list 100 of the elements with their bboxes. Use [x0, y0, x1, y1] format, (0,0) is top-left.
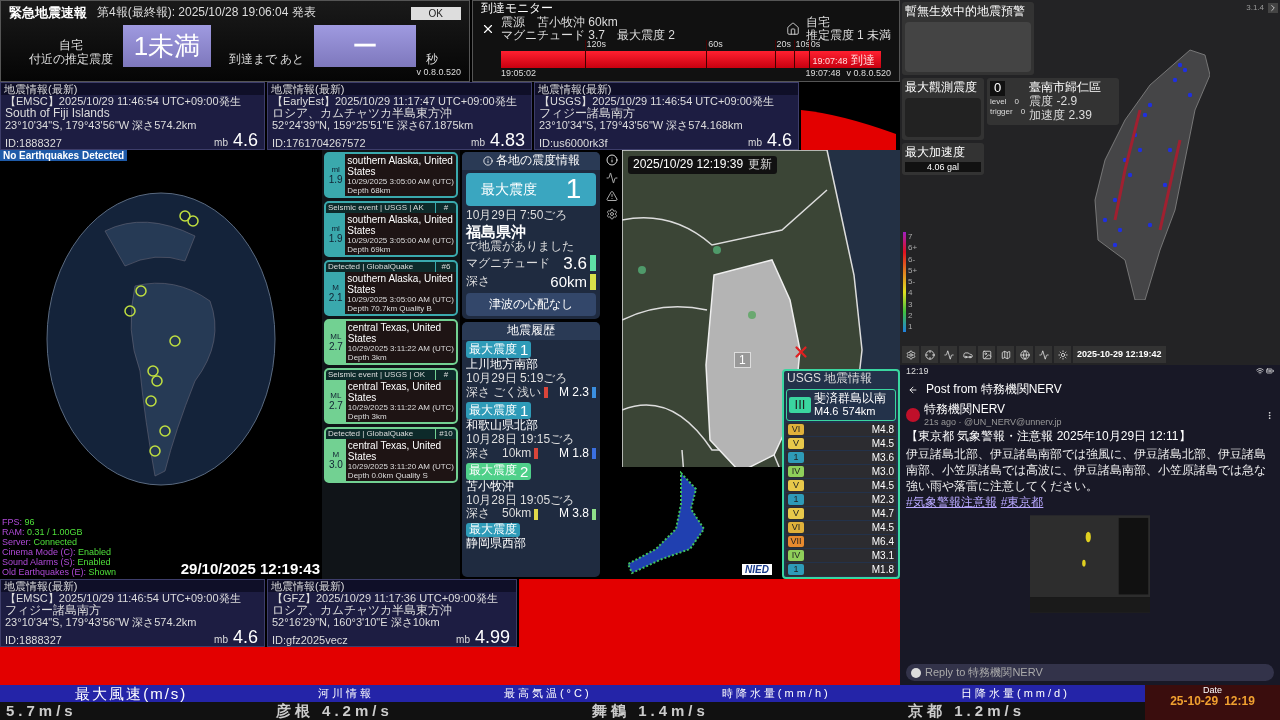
quake-coords: 52°24'39"N, 159°25'51"E 深さ67.1875km — [271, 119, 475, 131]
magnitude-type: mb — [214, 634, 228, 646]
reply-field[interactable]: Reply to 特務機関NERV — [906, 664, 1274, 681]
info-icon[interactable] — [606, 154, 618, 166]
ticker-value: 5.7m/s — [6, 702, 77, 720]
usgs-quake-row[interactable]: 1 M2.3 — [786, 493, 896, 506]
magnitude-type: M — [332, 282, 339, 292]
event-time: 10/29/2025 3:05:00 AM (UTC) — [347, 295, 454, 304]
expand-icon[interactable] — [1268, 3, 1278, 13]
quake-coords: 23°10'34"S, 179°43'56"W 深さ574.2km — [4, 119, 198, 131]
version-label: v 0.8.0.520 — [416, 67, 461, 78]
usgs-quake-row[interactable]: V M4.5 — [786, 437, 896, 450]
hashtag-link[interactable]: #気象警報注意報 — [906, 494, 997, 512]
intensity-badge: 最大震度 1 — [466, 401, 532, 420]
quake-header: 【EarlyEst】2025/10/29 11:17:47 UTC+09:00発生 — [272, 95, 518, 107]
event-depth: Depth 70.7km Quality B — [347, 304, 433, 313]
warning-icon[interactable] — [606, 190, 618, 202]
usgs-quake-row[interactable]: 1 M3.6 — [786, 451, 896, 464]
magnitude-type: ML — [330, 331, 342, 341]
scale-label: 7 — [908, 232, 913, 242]
home-label: 自宅 — [805, 15, 830, 29]
quake-id: ID:1888327 — [4, 137, 63, 149]
station-level: level 0 — [990, 96, 1019, 107]
magnitude-value: 2.7 — [328, 340, 343, 353]
magnitude-value: 4.6 — [232, 628, 258, 646]
card-title: 地震情報(最新) — [1, 580, 264, 592]
magnitude-value: 2.1 — [328, 291, 343, 304]
usgs-quake-row[interactable]: VII M6.4 — [786, 535, 896, 548]
timeline-tick: 20s — [774, 39, 792, 68]
wave-icon[interactable] — [606, 172, 618, 184]
event-time: 10/29/2025 3:05:00 AM (UTC) — [347, 236, 454, 245]
magnitude-type: mb — [456, 634, 470, 646]
usgs-quake-row[interactable]: IV M3.0 — [786, 465, 896, 478]
usgs-quake-row[interactable]: V M4.7 — [786, 507, 896, 520]
globe-icon[interactable] — [1016, 346, 1033, 363]
usgs-quake-row[interactable]: V M4.5 — [786, 479, 896, 492]
more-icon[interactable] — [1265, 410, 1274, 420]
back-icon[interactable] — [908, 385, 918, 396]
magnitude-value: 4.6 — [232, 131, 258, 149]
end-time: 19:07:48 — [805, 67, 841, 79]
usgs-quake-row[interactable]: VI M4.5 — [786, 521, 896, 534]
hashtag-link[interactable]: #東京都 — [1000, 494, 1044, 512]
time-value: 12:19 — [1224, 695, 1255, 710]
quake-header: 【USGS】2025/10/29 11:46:54 UTC+09:00発生 — [539, 95, 775, 107]
stat-line: FPS: 96 — [2, 517, 35, 527]
event-number: # — [442, 203, 450, 213]
wave-icon[interactable] — [940, 346, 957, 363]
history-time: 10月28日 19:05ごろ — [466, 493, 576, 507]
info-icon — [482, 155, 493, 166]
quake-id: ID:gfz2025vecz — [271, 634, 349, 646]
monitor-title: 到達モニター — [481, 2, 554, 16]
usgs-quake-row[interactable]: IV M3.1 — [786, 549, 896, 562]
max-acceleration-label: 最大加速度 — [905, 146, 966, 160]
avatar — [906, 408, 920, 423]
card-title: 地震情報(最新) — [1, 83, 264, 95]
settings-icon[interactable] — [606, 208, 618, 220]
date-value: 25-10-29 — [1170, 695, 1219, 710]
image-icon[interactable] — [978, 346, 995, 363]
stat-line: Cinema Mode (C): Enabled — [2, 547, 112, 557]
card-title: 地震情報(最新) — [268, 83, 531, 95]
event-number: # — [442, 370, 450, 380]
ticker-heading: 最高気温(°C) — [503, 687, 592, 700]
depth-value: 60km — [550, 273, 587, 291]
usgs-quake-row[interactable]: 1 M1.8 — [786, 563, 896, 576]
intensity-badge: 最大震度 2 — [466, 462, 532, 480]
version-label: 3.1.4 — [1246, 3, 1264, 13]
event-place: central Texas, United States — [347, 322, 443, 344]
magnitude-value: 1.9 — [328, 232, 343, 245]
estimated-intensity: 1未満 — [123, 25, 211, 67]
magnitude-info: マグニチュード 3.7 最大震度 2 — [501, 28, 676, 42]
quake-id: ID:1888327 — [4, 634, 63, 646]
seconds-unit: 秒 — [426, 53, 439, 67]
magnitude-value: 4.99 — [474, 628, 510, 646]
quake-id: ID:us6000rk3f — [538, 137, 609, 149]
intensity-badge: III — [789, 397, 811, 413]
history-magnitude: M 3.8 — [559, 507, 589, 522]
date-label: Date — [1203, 685, 1222, 696]
scale-label: 6- — [908, 254, 916, 265]
intensity-badge: 最大震度 1 — [466, 341, 532, 359]
crosshair-icon[interactable] — [921, 346, 938, 363]
scale-label: 3 — [908, 299, 913, 310]
usgs-quake-row[interactable]: VI M4.8 — [786, 423, 896, 436]
map-icon[interactable] — [997, 346, 1014, 363]
event-number: #6 — [440, 262, 452, 272]
magnitude-type: ML — [330, 390, 342, 400]
location-label: 自宅 — [59, 39, 83, 53]
magnitude-label: マグニチュード — [466, 256, 550, 271]
ticker-value: 京都 1.2m/s — [908, 702, 1025, 720]
intensity-badge: 最大震度 — [466, 523, 520, 537]
ticker-heading: 時降水量(mm/h) — [721, 687, 831, 700]
arrival-seconds: ー — [314, 25, 417, 67]
cross-mark-icon — [792, 343, 810, 361]
car-icon[interactable] — [959, 346, 976, 363]
arrival-text: 到達 — [850, 53, 875, 68]
ok-button[interactable]: OK — [410, 6, 461, 20]
card-title: 地震情報(最新) — [535, 83, 798, 95]
settings-icon[interactable] — [902, 346, 919, 363]
post-meta: 21s ago · @UN_NERV@unnerv.jp — [924, 416, 1062, 428]
sun-icon[interactable] — [1054, 346, 1071, 363]
arrival-time: 19:07:48 — [812, 55, 848, 67]
